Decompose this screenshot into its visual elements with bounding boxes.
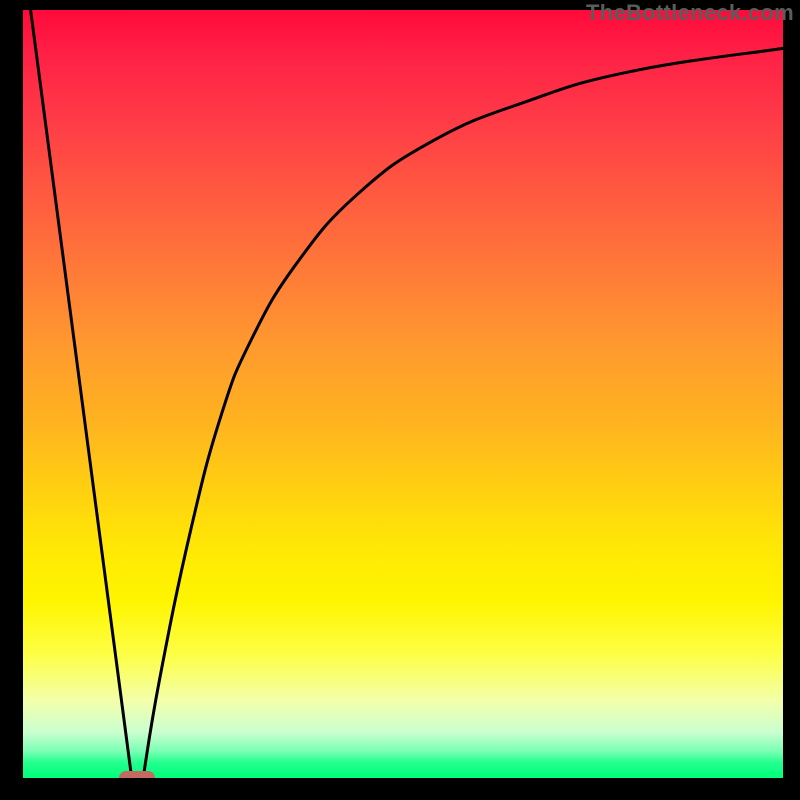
watermark-text: TheBottleneck.com <box>586 0 794 26</box>
minimum-marker <box>119 771 155 778</box>
curve-right-limb <box>143 48 783 778</box>
curve-left-limb <box>31 10 132 778</box>
chart-frame: TheBottleneck.com <box>0 0 800 800</box>
curve-layer <box>23 10 783 778</box>
plot-area <box>23 10 783 778</box>
